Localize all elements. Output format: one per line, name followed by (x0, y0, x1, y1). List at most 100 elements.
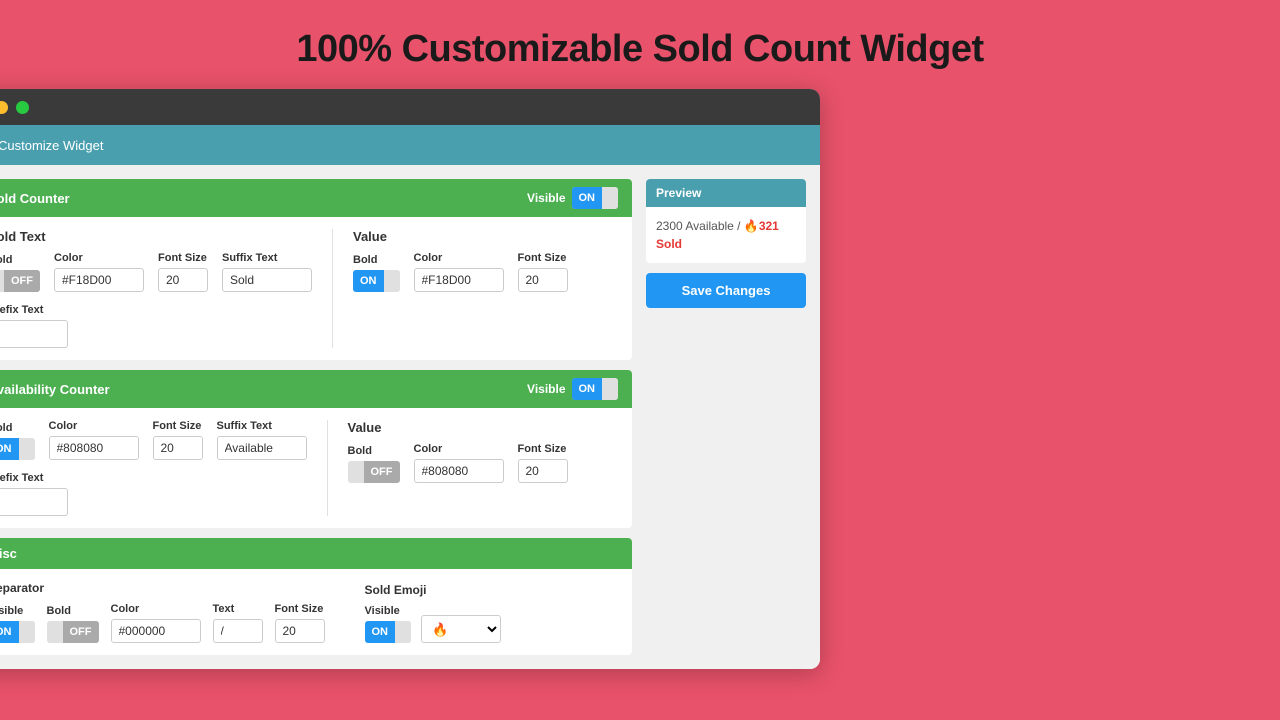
preview-header: Preview (646, 179, 806, 207)
misc-body: Separator Visible ON (0, 569, 632, 655)
sold-value-color-input[interactable] (414, 268, 504, 292)
page-title: 100% Customizable Sold Count Widget (296, 0, 983, 89)
availability-counter-header: Availability Counter Visible ON (0, 370, 632, 408)
availability-fontsize-input[interactable] (153, 436, 203, 460)
sold-text-prefix-input[interactable] (0, 320, 68, 348)
sep-visible-toggle[interactable]: ON (0, 621, 35, 643)
sep-text-input[interactable] (213, 619, 263, 643)
sold-value-fontsize-group: Font Size (518, 252, 568, 292)
sold-value-fontsize-label: Font Size (518, 252, 568, 264)
sold-text-prefix-label: Prefix Text (0, 304, 312, 316)
sold-text-prefix-row: Prefix Text (0, 304, 312, 348)
sep-text-label: Text (213, 603, 263, 615)
misc-header: Misc (0, 538, 632, 569)
availability-body: Bold ON Color (0, 408, 632, 528)
sold-text-color-input[interactable] (54, 268, 144, 292)
availability-on-label: ON (572, 378, 603, 400)
availability-bold-on: ON (0, 438, 19, 460)
availability-left-subsection: Bold ON Color (0, 420, 307, 516)
emoji-select-group: 🔥 ⭐ ✅ 🎉 (421, 615, 501, 643)
sold-text-bold-group: Bold OFF (0, 254, 40, 292)
sold-text-subsection: Sold Text Bold OFF (0, 229, 312, 348)
sep-bold-group: Bold OFF (47, 605, 99, 643)
availability-color-input[interactable] (49, 436, 139, 460)
availability-value-title: Value (348, 420, 619, 435)
save-changes-button[interactable]: Save Changes (646, 273, 806, 308)
availability-value-fields: Bold OFF Color (348, 443, 619, 483)
sep-spacer (19, 621, 35, 643)
sold-value-fields: Bold ON Color (353, 252, 618, 292)
misc-row: Separator Visible ON (0, 581, 618, 643)
emoji-visible-toggle[interactable]: ON (365, 621, 412, 643)
sold-counter-title: Sold Counter (0, 191, 70, 206)
sold-text-suffix-input[interactable] (222, 268, 312, 292)
browser-content: Sold Counter Visible ON Sold Text (0, 165, 820, 669)
availability-value-fontsize-label: Font Size (518, 443, 568, 455)
availability-bold-group: Bold ON (0, 422, 35, 460)
sold-text-color-label: Color (54, 252, 144, 264)
sep-fontsize-input[interactable] (275, 619, 325, 643)
sold-text-suffix-label: Suffix Text (222, 252, 312, 264)
availability-toggle-spacer (602, 378, 618, 400)
minimize-dot[interactable] (0, 101, 8, 114)
sep-color-label: Color (111, 603, 201, 615)
sold-text-fontsize-label: Font Size (158, 252, 208, 264)
sold-counter-on-label: ON (572, 187, 603, 209)
availability-bold-spacer (19, 438, 35, 460)
sold-text-fontsize-input[interactable] (158, 268, 208, 292)
availability-fields: Bold ON Color (0, 420, 307, 460)
availability-prefix-input[interactable] (0, 488, 68, 516)
sold-value-bold-label: Bold (353, 254, 400, 266)
app-toolbar: 📊 Customize Widget (0, 125, 820, 165)
preview-sold-label: Sold (656, 237, 682, 251)
availability-suffix-group: Suffix Text (217, 420, 307, 460)
availability-counter-title: Availability Counter (0, 382, 110, 397)
availability-fontsize-group: Font Size (153, 420, 203, 460)
av-val-off: OFF (364, 461, 400, 483)
sold-emoji-title: Sold Emoji (365, 583, 502, 597)
divider-1 (332, 229, 333, 348)
sep-text-group: Text (213, 603, 263, 643)
sep-color-input[interactable] (111, 619, 201, 643)
sold-counter-header: Sold Counter Visible ON (0, 179, 632, 217)
av-val-spacer (348, 461, 364, 483)
availability-suffix-label: Suffix Text (217, 420, 307, 432)
browser-window: 📊 Customize Widget Sold Counter Visible … (0, 89, 820, 669)
separator-fields: Visible ON Bold (0, 603, 325, 643)
sep-bold-toggle[interactable]: OFF (47, 621, 99, 643)
sold-counter-toggle-spacer (602, 187, 618, 209)
toolbar-label: Customize Widget (0, 138, 103, 153)
availability-bold-label: Bold (0, 422, 35, 434)
availability-value-bold-label: Bold (348, 445, 400, 457)
availability-value-color-input[interactable] (414, 459, 504, 483)
availability-bold-toggle[interactable]: ON (0, 438, 35, 460)
availability-prefix-row: Prefix Text (0, 472, 307, 516)
sep-bold-label: Bold (47, 605, 99, 617)
emoji-select[interactable]: 🔥 ⭐ ✅ 🎉 (421, 615, 501, 643)
sold-value-color-label: Color (414, 252, 504, 264)
sold-value-bold-toggle[interactable]: ON (353, 270, 400, 292)
divider-2 (327, 420, 328, 516)
availability-value-fontsize-input[interactable] (518, 459, 568, 483)
sep-bold-off: OFF (63, 621, 99, 643)
availability-suffix-input[interactable] (217, 436, 307, 460)
emoji-visible-group: Visible ON (365, 605, 412, 643)
sold-text-bold-toggle[interactable]: OFF (0, 270, 40, 292)
sep-visible-group: Visible ON (0, 605, 35, 643)
sep-on-label: ON (0, 621, 19, 643)
availability-value-bold-toggle[interactable]: OFF (348, 461, 400, 483)
sold-counter-section: Sold Counter Visible ON Sold Text (0, 179, 632, 360)
sold-text-bold-label: Bold (0, 254, 40, 266)
sep-visible-label: Visible (0, 605, 35, 617)
availability-value-subsection: Value Bold OFF Colo (348, 420, 619, 516)
maximize-dot[interactable] (16, 101, 29, 114)
sold-counter-visible-label: Visible (527, 191, 565, 205)
availability-color-label: Color (49, 420, 139, 432)
availability-visible-switch[interactable]: ON (572, 378, 619, 400)
separator-title: Separator (0, 581, 325, 595)
sold-emoji-fields: Visible ON 🔥 (365, 605, 502, 643)
sold-text-title: Sold Text (0, 229, 312, 244)
sold-value-fontsize-input[interactable] (518, 268, 568, 292)
sold-counter-visible-switch[interactable]: ON (572, 187, 619, 209)
sold-value-subsection: Value Bold ON Color (353, 229, 618, 348)
